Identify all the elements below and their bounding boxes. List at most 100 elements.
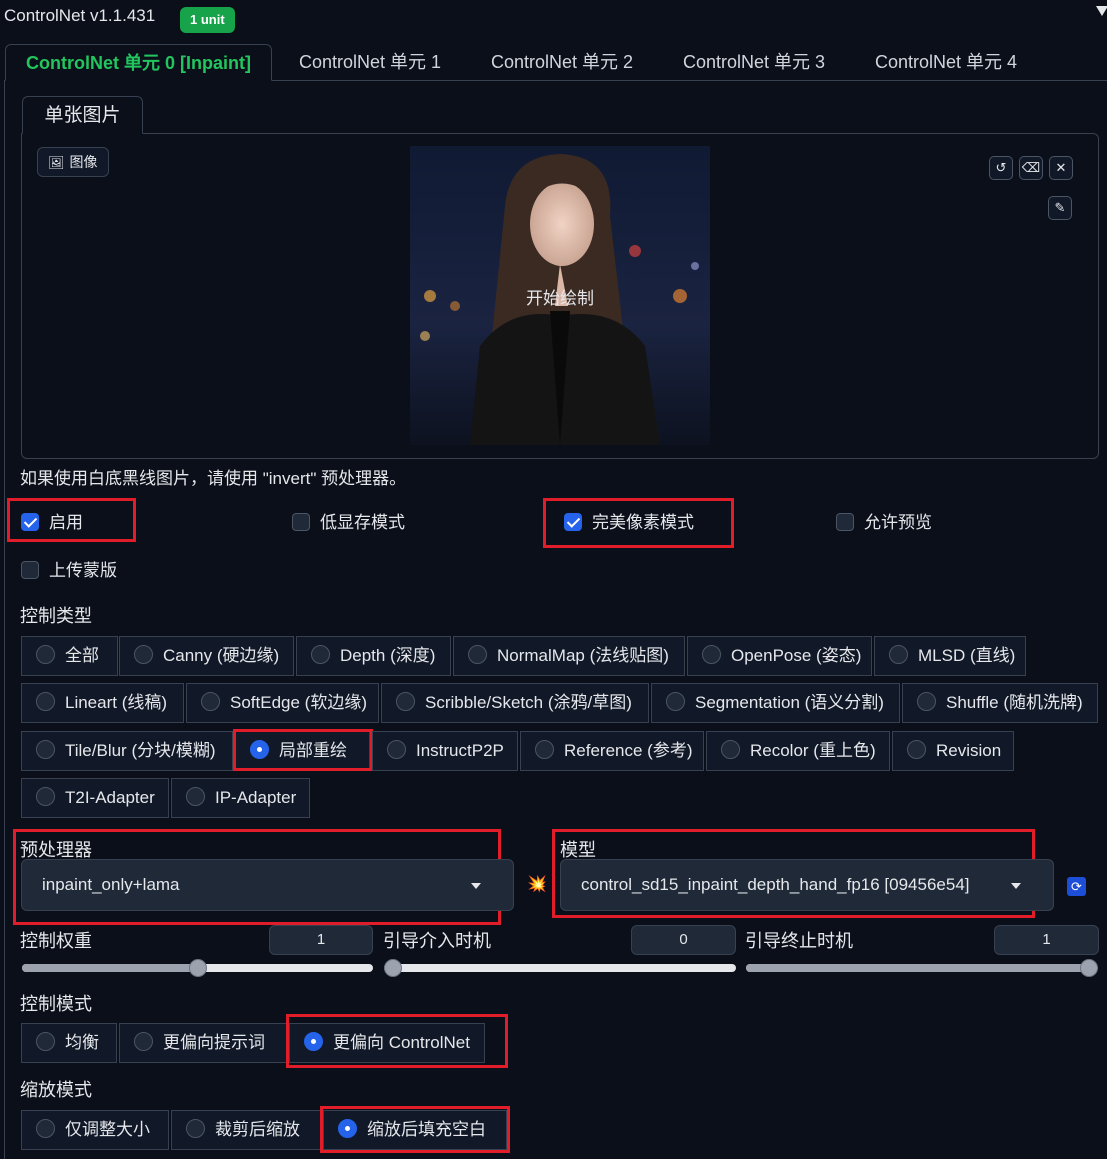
weight-input[interactable]: 1: [269, 925, 373, 955]
allow-preview-check-icon[interactable]: [836, 512, 854, 531]
low-vram-check-icon[interactable]: [292, 512, 310, 531]
upload-mask-check-icon[interactable]: [21, 560, 39, 579]
option-label: 均衡: [65, 1033, 99, 1052]
radio-icon[interactable]: [889, 645, 908, 665]
tab-unit-2[interactable]: ControlNet 单元 2: [471, 44, 653, 81]
option-label: Revision: [936, 741, 1002, 760]
option-label: 裁剪后缩放: [215, 1120, 300, 1139]
radio-icon[interactable]: [396, 692, 415, 712]
radio-icon[interactable]: [535, 740, 554, 760]
chevron-down-icon[interactable]: [471, 883, 481, 889]
resize-mode-option[interactable]: 裁剪后缩放: [171, 1110, 321, 1150]
brush-icon[interactable]: ✎: [1048, 196, 1072, 220]
control-type-option[interactable]: Reference (参考): [520, 731, 704, 771]
radio-icon[interactable]: [36, 1032, 55, 1052]
control-type-option[interactable]: T2I-Adapter: [21, 778, 169, 818]
refresh-icon[interactable]: ⟳: [1067, 877, 1086, 896]
preprocessor-dropdown[interactable]: inpaint_only+lama: [21, 859, 514, 911]
radio-icon[interactable]: [36, 692, 55, 712]
start-input[interactable]: 0: [631, 925, 736, 955]
low-vram-checkbox[interactable]: 低显存模式: [292, 511, 405, 535]
control-type-option[interactable]: Canny (硬边缘): [119, 636, 294, 676]
control-mode-option[interactable]: 更偏向提示词: [119, 1023, 287, 1063]
option-label: Depth (深度): [340, 646, 436, 665]
enable-checkbox[interactable]: 启用: [21, 511, 83, 535]
highlight-inpaint: [233, 729, 373, 771]
end-slider-track[interactable]: [746, 964, 1098, 972]
radio-icon[interactable]: [907, 740, 926, 760]
control-type-option[interactable]: Scribble/Sketch (涂鸦/草图): [381, 683, 649, 723]
resize-mode-option[interactable]: 仅调整大小: [21, 1110, 169, 1150]
upload-mask-label: 上传蒙版: [49, 561, 117, 580]
control-type-option[interactable]: Recolor (重上色): [706, 731, 890, 771]
radio-icon[interactable]: [134, 1032, 153, 1052]
collapse-arrow-icon[interactable]: [1096, 6, 1107, 16]
radio-icon[interactable]: [201, 692, 220, 712]
radio-icon[interactable]: [702, 645, 721, 665]
weight-label: 控制权重: [20, 931, 92, 951]
start-slider-track[interactable]: [384, 964, 736, 972]
enable-check-icon[interactable]: [21, 512, 39, 531]
radio-icon[interactable]: [134, 645, 153, 665]
option-label: 仅调整大小: [65, 1120, 150, 1139]
weight-slider-thumb[interactable]: [188, 959, 207, 977]
control-type-option[interactable]: OpenPose (姿态): [687, 636, 872, 676]
radio-icon[interactable]: [36, 645, 55, 665]
control-type-option[interactable]: Depth (深度): [296, 636, 451, 676]
run-preprocessor-icon[interactable]: 💥: [527, 874, 547, 894]
chevron-down-icon[interactable]: [1011, 883, 1021, 889]
option-label: Reference (参考): [564, 741, 693, 760]
control-type-option[interactable]: NormalMap (法线贴图): [453, 636, 685, 676]
control-type-option[interactable]: MLSD (直线): [874, 636, 1026, 676]
close-icon[interactable]: ✕: [1049, 156, 1073, 180]
radio-icon[interactable]: [666, 692, 685, 712]
radio-icon[interactable]: [468, 645, 487, 665]
tab-unit-0[interactable]: ControlNet 单元 0 [Inpaint]: [5, 44, 272, 81]
tab-unit-4[interactable]: ControlNet 单元 4: [855, 44, 1037, 81]
radio-icon[interactable]: [311, 645, 330, 665]
control-type-option[interactable]: Revision: [892, 731, 1014, 771]
option-label: OpenPose (姿态): [731, 646, 862, 665]
option-label: InstructP2P: [416, 741, 504, 760]
preprocessor-value: inpaint_only+lama: [42, 875, 180, 894]
control-mode-label: 控制模式: [20, 994, 92, 1014]
radio-icon[interactable]: [36, 787, 55, 807]
start-slider-thumb[interactable]: [384, 959, 402, 977]
option-label: 更偏向提示词: [163, 1033, 265, 1052]
control-type-option[interactable]: SoftEdge (软边缘): [186, 683, 379, 723]
pixel-perfect-check-icon[interactable]: [564, 512, 582, 531]
start-drawing-text: 开始绘制: [526, 289, 594, 308]
radio-icon[interactable]: [387, 740, 406, 760]
pixel-perfect-checkbox[interactable]: 完美像素模式: [564, 511, 694, 535]
allow-preview-label: 允许预览: [864, 513, 932, 532]
control-type-option[interactable]: Shuffle (随机洗牌): [902, 683, 1098, 723]
tab-unit-3[interactable]: ControlNet 单元 3: [663, 44, 845, 81]
control-type-option[interactable]: InstructP2P: [372, 731, 518, 771]
radio-icon[interactable]: [186, 787, 205, 807]
control-type-option[interactable]: Tile/Blur (分块/模糊): [21, 731, 233, 771]
radio-icon[interactable]: [36, 1119, 55, 1139]
control-type-option[interactable]: Segmentation (语义分割): [651, 683, 900, 723]
option-label: Segmentation (语义分割): [695, 693, 884, 712]
image-label: 🖼 图像: [37, 147, 109, 177]
control-type-option[interactable]: Lineart (线稿): [21, 683, 184, 723]
end-slider-thumb[interactable]: [1080, 959, 1098, 977]
end-input[interactable]: 1: [994, 925, 1099, 955]
control-type-option[interactable]: 全部: [21, 636, 118, 676]
radio-icon[interactable]: [721, 740, 740, 760]
radio-icon[interactable]: [917, 692, 936, 712]
radio-icon[interactable]: [36, 740, 55, 760]
eraser-icon[interactable]: ⌫: [1019, 156, 1043, 180]
tab-single-image[interactable]: 单张图片: [22, 96, 143, 134]
undo-icon[interactable]: ↺: [989, 156, 1013, 180]
model-dropdown[interactable]: control_sd15_inpaint_depth_hand_fp16 [09…: [560, 859, 1054, 911]
option-label: MLSD (直线): [918, 646, 1016, 665]
control-type-option[interactable]: IP-Adapter: [171, 778, 310, 818]
control-mode-option[interactable]: 均衡: [21, 1023, 117, 1063]
option-label: Canny (硬边缘): [163, 646, 280, 665]
enable-label: 启用: [49, 513, 83, 532]
radio-icon[interactable]: [186, 1119, 205, 1139]
upload-mask-checkbox[interactable]: 上传蒙版: [21, 559, 117, 583]
tab-unit-1[interactable]: ControlNet 单元 1: [279, 44, 461, 81]
allow-preview-checkbox[interactable]: 允许预览: [836, 511, 932, 535]
